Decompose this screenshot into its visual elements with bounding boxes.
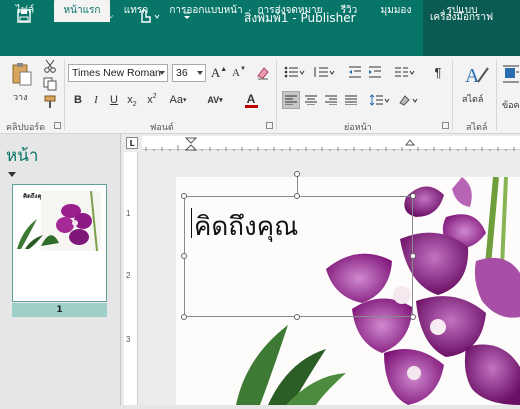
tab-review[interactable]: รีวิว (336, 0, 362, 22)
resize-handle-bottom[interactable] (294, 314, 300, 320)
wrap-text-label[interactable]: ข้อค (502, 98, 520, 112)
resize-handle-bl[interactable] (181, 314, 187, 320)
line-spacing-icon[interactable] (368, 91, 392, 109)
body-text[interactable]: คิดถึงคุณ (194, 206, 298, 247)
resize-handle-top[interactable] (294, 193, 300, 199)
paragraph-group-label: ย่อหน้า (344, 123, 372, 133)
columns-icon[interactable] (392, 64, 418, 80)
cut-icon[interactable] (40, 58, 60, 74)
font-color-icon[interactable]: A (238, 90, 264, 110)
underline-icon[interactable]: U (106, 92, 122, 108)
rotation-handle[interactable] (294, 171, 300, 177)
paragraph-shading-icon[interactable] (396, 91, 420, 109)
horizontal-ruler[interactable] (142, 136, 520, 151)
shrink-font-icon[interactable]: A ▼ (230, 64, 248, 82)
tab-mailings[interactable]: การส่งจดหมาย (256, 0, 324, 22)
grow-font-icon[interactable]: A ▲ (210, 64, 228, 82)
paste-icon[interactable] (8, 60, 36, 88)
tab-page-design[interactable]: การออกแบบหน้า (164, 0, 248, 22)
resize-handle-right[interactable] (410, 253, 416, 259)
tab-view[interactable]: มุมมอง (378, 0, 414, 22)
section-collapse-icon[interactable] (8, 172, 16, 177)
clear-formatting-icon[interactable] (254, 64, 272, 82)
thumb-leaves (17, 219, 43, 249)
wrap-text-icon[interactable] (502, 60, 520, 90)
numbering-icon[interactable] (312, 64, 338, 80)
ruler-corner-button[interactable]: L (126, 137, 138, 149)
font-launcher-icon[interactable] (266, 122, 273, 129)
nav-pane-title: หน้า (6, 146, 39, 166)
bold-icon[interactable]: B (70, 92, 86, 108)
font-name-combo[interactable]: Times New Roman (68, 64, 168, 82)
font-group-label: ฟอนต์ (150, 123, 174, 133)
group-separator (276, 60, 277, 130)
clipboard-group-label: คลิปบอร์ด (6, 123, 46, 133)
tab-insert[interactable]: แทรก (118, 0, 154, 22)
styles-group-label: สไตล์ (466, 123, 488, 133)
paste-label[interactable]: วาง (13, 90, 28, 104)
resize-handle-left[interactable] (181, 253, 187, 259)
copy-icon[interactable] (40, 76, 60, 92)
font-name-value: Times New Roman (72, 67, 161, 79)
group-separator (64, 60, 65, 130)
tab-home[interactable]: หน้าแรก (54, 0, 110, 22)
v-ruler-label-3: 3 (126, 335, 131, 344)
character-spacing-icon[interactable]: AV ▾ (200, 92, 230, 108)
align-center-icon[interactable] (302, 91, 320, 109)
group-separator (452, 60, 453, 130)
subscript-icon[interactable]: x2 (124, 92, 140, 108)
resize-handle-tr[interactable] (410, 193, 416, 199)
svg-text:A: A (465, 65, 480, 87)
horizontal-ruler-ticks (145, 137, 515, 151)
increase-indent-icon[interactable] (366, 64, 384, 80)
v-ruler-label-2: 2 (126, 271, 131, 280)
font-size-combo[interactable]: 36 (172, 64, 206, 82)
bullets-icon[interactable] (282, 64, 308, 80)
superscript-icon[interactable]: x2 (144, 92, 160, 108)
justify-icon[interactable] (342, 91, 360, 109)
tab-file[interactable]: ไฟล์ (10, 0, 40, 22)
clipboard-launcher-icon[interactable] (54, 122, 61, 129)
italic-icon[interactable]: I (88, 92, 104, 108)
decrease-indent-icon[interactable] (346, 64, 364, 80)
show-marks-icon[interactable]: ¶ (430, 64, 446, 80)
rotation-handle-stem (297, 174, 298, 194)
contextual-tab-bg (423, 34, 520, 56)
align-right-icon[interactable] (322, 91, 340, 109)
paragraph-launcher-icon[interactable] (442, 122, 449, 129)
group-separator (496, 60, 497, 130)
thumb-orchid-image (41, 191, 101, 251)
styles-button-label[interactable]: สไตล์ (462, 92, 483, 106)
align-left-icon[interactable] (282, 91, 300, 109)
tab-format[interactable]: รูปแบบ (440, 0, 484, 22)
vertical-ruler[interactable]: 1 2 3 (124, 152, 138, 405)
font-size-value: 36 (176, 67, 188, 79)
format-painter-icon[interactable] (40, 94, 60, 110)
page-thumbnail[interactable]: คิดถึงคุณ (12, 184, 107, 302)
resize-handle-br[interactable] (410, 314, 416, 320)
styles-icon[interactable]: A (460, 60, 492, 90)
resize-handle-tl[interactable] (181, 193, 187, 199)
v-ruler-label-1: 1 (126, 209, 131, 218)
page-number-label: 1 (12, 303, 107, 317)
change-case-icon[interactable]: Aa ▾ (164, 92, 192, 108)
text-cursor (191, 208, 192, 238)
